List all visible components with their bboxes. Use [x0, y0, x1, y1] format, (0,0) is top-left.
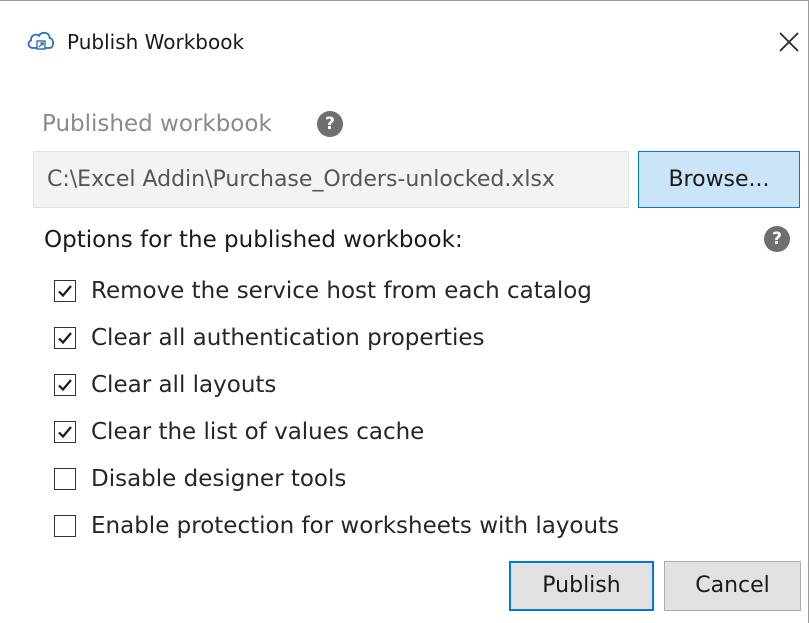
cancel-button[interactable]: Cancel — [664, 561, 801, 611]
option-enable-worksheet-protection[interactable]: Enable protection for worksheets with la… — [54, 509, 619, 543]
checkmark-icon — [58, 426, 72, 439]
options-label: Options for the published workbook: — [44, 227, 463, 253]
window-title: Publish Workbook — [67, 30, 245, 54]
cloud-publish-icon — [26, 28, 56, 54]
browse-button[interactable]: Browse... — [638, 151, 800, 208]
checkbox-label: Clear all layouts — [91, 372, 277, 398]
publish-button[interactable]: Publish — [509, 561, 654, 611]
checkbox-label: Clear the list of values cache — [91, 419, 425, 445]
checkmark-icon — [58, 332, 72, 345]
option-remove-service-host[interactable]: Remove the service host from each catalo… — [54, 274, 592, 308]
checkbox-label: Disable designer tools — [91, 466, 347, 492]
checkbox-label: Clear all authentication properties — [91, 325, 485, 351]
checkmark-icon — [58, 379, 72, 392]
option-clear-values-cache[interactable]: Clear the list of values cache — [54, 415, 424, 449]
help-icon[interactable]: ? — [317, 111, 343, 137]
option-clear-auth-properties[interactable]: Clear all authentication properties — [54, 321, 485, 355]
option-disable-designer-tools[interactable]: Disable designer tools — [54, 462, 346, 496]
checkbox[interactable] — [54, 468, 76, 490]
publish-workbook-dialog: Publish Workbook Published workbook ? C:… — [0, 0, 809, 623]
workbook-path-field[interactable]: C:\Excel Addin\Purchase_Orders-unlocked.… — [33, 151, 629, 208]
checkbox-label: Enable protection for worksheets with la… — [91, 513, 620, 539]
title-bar: Publish Workbook — [0, 1, 808, 85]
help-icon[interactable]: ? — [764, 226, 790, 252]
published-workbook-label: Published workbook — [42, 111, 272, 137]
checkbox[interactable] — [54, 280, 76, 302]
checkmark-icon — [58, 285, 72, 298]
checkbox-label: Remove the service host from each catalo… — [91, 278, 592, 304]
checkbox[interactable] — [54, 327, 76, 349]
close-button[interactable] — [772, 25, 806, 59]
checkbox[interactable] — [54, 515, 76, 537]
checkbox[interactable] — [54, 374, 76, 396]
checkbox[interactable] — [54, 421, 76, 443]
option-clear-layouts[interactable]: Clear all layouts — [54, 368, 276, 402]
close-icon — [779, 32, 799, 52]
